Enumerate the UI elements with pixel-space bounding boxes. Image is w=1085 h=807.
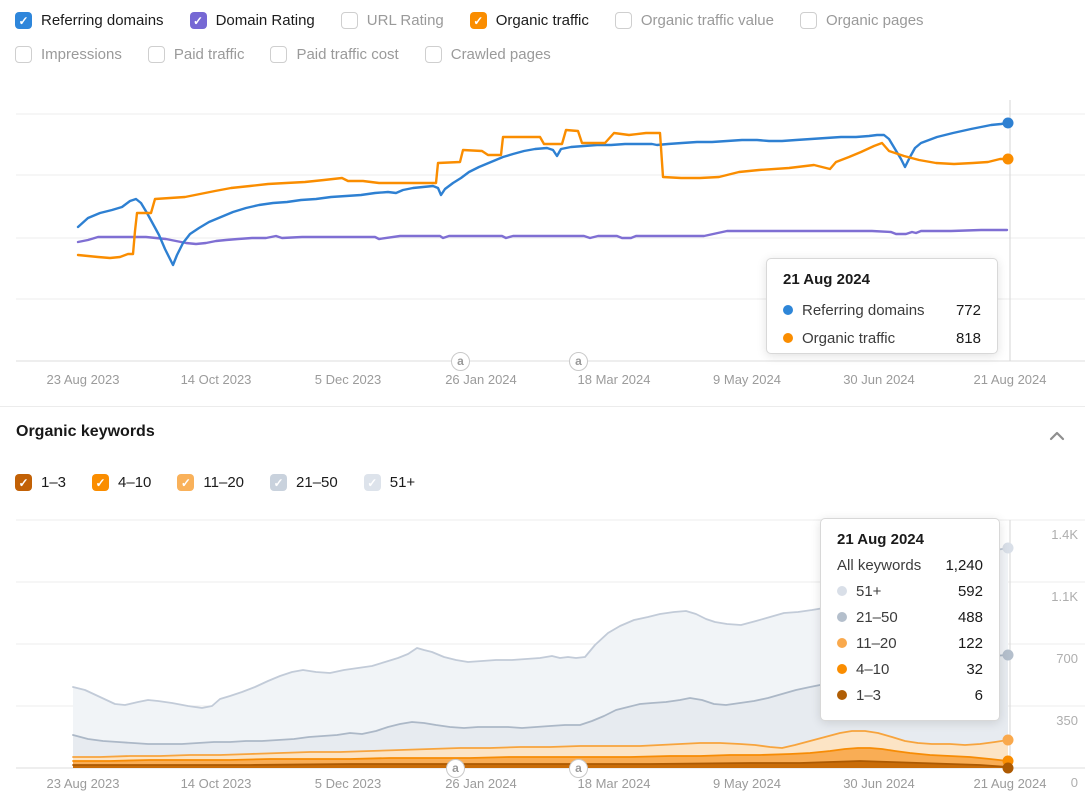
chevron-up-icon[interactable]	[1049, 428, 1065, 446]
filter-label[interactable]: Domain Rating	[216, 12, 315, 29]
metric-filter-organic-pages[interactable]: Organic pages	[799, 12, 924, 29]
section-divider	[0, 406, 1085, 407]
position-filter-21-50[interactable]: ✓ 21–50	[270, 474, 338, 491]
series-value: 772	[955, 301, 981, 319]
checkbox-url-rating[interactable]	[340, 12, 358, 29]
filter-label[interactable]: Paid traffic cost	[296, 46, 398, 63]
tooltip-row-referring-domains: Referring domains 772	[783, 296, 981, 324]
metric-filter-paid-traffic[interactable]: Paid traffic	[147, 46, 245, 63]
summary-value: 1,240	[945, 556, 983, 574]
checkbox-paid-traffic[interactable]	[147, 46, 165, 63]
analytics-overview-page: { "filters": { "row1": [ {"label":"Refer…	[0, 0, 1085, 807]
series-value: 122	[957, 634, 983, 652]
tooltip-row-21-50: 21–50 488	[837, 604, 983, 630]
checkbox-impressions[interactable]	[15, 46, 32, 63]
filter-label[interactable]: Organic traffic value	[641, 12, 774, 29]
series-dot-icon	[837, 586, 847, 596]
metric-filter-paid-traffic-cost[interactable]: Paid traffic cost	[270, 46, 399, 63]
filter-label[interactable]: Crawled pages	[451, 46, 551, 63]
series-value: 592	[957, 582, 983, 600]
metric-filter-organic-traffic-value[interactable]: Organic traffic value	[614, 12, 774, 29]
tooltip-row-51plus: 51+ 592	[837, 578, 983, 604]
checkbox-11-20[interactable]: ✓	[177, 474, 195, 491]
filter-label[interactable]: Organic traffic	[496, 12, 589, 29]
filter-label[interactable]: 11–20	[203, 474, 244, 491]
tooltip-row-organic-traffic: Organic traffic 818	[783, 324, 981, 352]
filter-label[interactable]: 21–50	[296, 474, 338, 491]
filter-label[interactable]: 1–3	[41, 474, 66, 491]
summary-label: All keywords	[837, 556, 922, 574]
tooltip-rows: 51+ 592 21–50 488 11–20 122 4–10 32 1–3 6	[837, 578, 983, 708]
checkbox-referring-domains[interactable]: ✓	[15, 12, 32, 29]
series-value: 32	[966, 660, 983, 678]
series-dot-icon	[837, 612, 847, 622]
series-label: 51+	[856, 582, 882, 600]
metric-filter-url-rating[interactable]: URL Rating	[340, 12, 444, 29]
organic-keywords-heading: Organic keywords	[16, 423, 155, 440]
ahrefs-logo-marker: a	[569, 352, 588, 371]
series-label: Referring domains	[802, 301, 925, 319]
tooltip-date: 21 Aug 2024	[783, 271, 870, 288]
tooltip-row-4-10: 4–10 32	[837, 656, 983, 682]
checkbox-organic-pages[interactable]	[799, 12, 817, 29]
series-value: 818	[955, 329, 981, 347]
keyword-position-filter-row: ✓ 1–3 ✓ 4–10 ✓ 11–20 ✓ 21–50 ✓ 51+	[15, 474, 415, 491]
series-label: 21–50	[856, 608, 898, 626]
position-filter-1-3[interactable]: ✓ 1–3	[15, 474, 66, 491]
filter-label[interactable]: URL Rating	[367, 12, 444, 29]
series-dot-icon	[837, 690, 847, 700]
checkbox-21-50[interactable]: ✓	[270, 474, 288, 491]
metric-filter-organic-traffic[interactable]: ✓ Organic traffic	[469, 12, 589, 29]
tooltip-summary-row: All keywords 1,240	[837, 552, 983, 578]
metric-filter-row-1: ✓ Referring domains ✓ Domain Rating URL Rati…	[15, 12, 924, 29]
ahrefs-logo-marker: a	[569, 759, 588, 778]
checkbox-1-3[interactable]: ✓	[15, 474, 32, 491]
checkbox-organic-traffic-value[interactable]	[614, 12, 632, 29]
filter-label[interactable]: Organic pages	[826, 12, 924, 29]
ahrefs-logo-marker: a	[446, 759, 465, 778]
series-dot-icon	[783, 305, 793, 315]
metric-filter-crawled-pages[interactable]: Crawled pages	[424, 46, 551, 63]
filter-label[interactable]: 4–10	[118, 474, 151, 491]
tooltip-row-1-3: 1–3 6	[837, 682, 983, 708]
filter-label[interactable]: Paid traffic	[174, 46, 245, 63]
checkbox-paid-traffic-cost[interactable]	[270, 46, 288, 63]
position-filter-11-20[interactable]: ✓ 11–20	[177, 474, 244, 491]
series-dot-icon	[837, 664, 847, 674]
series-dot-icon	[783, 333, 793, 343]
series-label: Organic traffic	[802, 329, 896, 347]
position-filter-51plus[interactable]: ✓ 51+	[363, 474, 415, 491]
tooltip-rows: Referring domains 772 Organic traffic 818	[783, 296, 981, 352]
checkbox-organic-traffic[interactable]: ✓	[469, 12, 487, 29]
checkbox-domain-rating[interactable]: ✓	[189, 12, 207, 29]
filter-label[interactable]: Impressions	[41, 46, 122, 63]
checkbox-4-10[interactable]: ✓	[92, 474, 110, 491]
metric-filter-impressions[interactable]: Impressions	[15, 46, 122, 63]
metric-filter-row-2: Impressions Paid traffic Paid traffic cost…	[15, 46, 551, 63]
series-label: 1–3	[856, 686, 882, 704]
ahrefs-logo-marker: a	[451, 352, 470, 371]
filter-label[interactable]: 51+	[390, 474, 415, 491]
tooltip-row-11-20: 11–20 122	[837, 630, 983, 656]
bottom-chart-tooltip: 21 Aug 2024 All keywords 1,240 51+ 592 21–…	[820, 518, 1000, 721]
checkbox-51plus[interactable]: ✓	[363, 474, 381, 491]
checkbox-crawled-pages[interactable]	[424, 46, 442, 63]
series-value: 488	[957, 608, 983, 626]
position-filter-4-10[interactable]: ✓ 4–10	[92, 474, 151, 491]
series-label: 4–10	[856, 660, 890, 678]
series-value: 6	[974, 686, 983, 704]
tooltip-date: 21 Aug 2024	[837, 531, 924, 548]
series-label: 11–20	[856, 634, 897, 652]
top-chart-tooltip: 21 Aug 2024 Referring domains 772 Organic …	[766, 258, 998, 354]
filter-label[interactable]: Referring domains	[41, 12, 164, 29]
metric-filter-referring-domains[interactable]: ✓ Referring domains	[15, 12, 164, 29]
metric-filter-domain-rating[interactable]: ✓ Domain Rating	[189, 12, 315, 29]
series-dot-icon	[837, 638, 847, 648]
